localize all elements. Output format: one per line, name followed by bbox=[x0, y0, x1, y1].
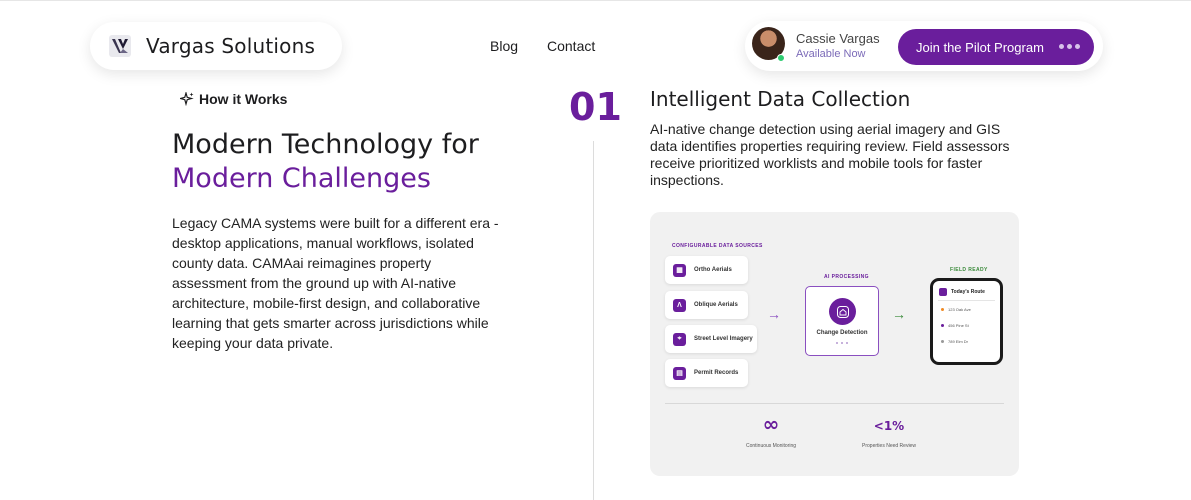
document-icon: ▤ bbox=[673, 366, 686, 380]
nav-link-blog[interactable]: Blog bbox=[490, 38, 518, 54]
source-item-street: ⌖ Street Level Imagery bbox=[665, 325, 757, 353]
page: Vargas Solutions Blog Contact Cassie Var… bbox=[0, 0, 1191, 500]
stat-value-monitoring: ∞ bbox=[762, 412, 780, 436]
hero-title-line1: Modern Technology for bbox=[172, 129, 479, 160]
source-label: Permit Records bbox=[694, 370, 739, 376]
section-tag-label: How it Works bbox=[199, 91, 288, 107]
diagram-card: CONFIGURABLE DATA SOURCES ▦ Ortho Aerial… bbox=[650, 212, 1019, 476]
hero-body: Legacy CAMA systems were built for a dif… bbox=[172, 215, 499, 351]
location-pin-icon: ⌖ bbox=[673, 332, 686, 346]
brand-pill[interactable]: Vargas Solutions bbox=[90, 22, 342, 70]
source-item-permit: ▤ Permit Records bbox=[665, 359, 748, 387]
user-pill: Cassie Vargas Available Now Join the Pil… bbox=[745, 21, 1103, 71]
step-title: Intelligent Data Collection bbox=[650, 87, 911, 111]
hero-title-line2: Modern Challenges bbox=[172, 163, 431, 194]
route-item-label: 789 Elm Dr bbox=[948, 339, 969, 344]
home-icon bbox=[829, 298, 856, 325]
phone-divider bbox=[938, 300, 995, 301]
stat-value-review: <1% bbox=[873, 419, 905, 433]
triangle-icon: Λ bbox=[673, 298, 686, 312]
join-pilot-label: Join the Pilot Program bbox=[916, 39, 1044, 55]
grid-icon: ▦ bbox=[673, 263, 686, 277]
route-title: Today's Route bbox=[951, 289, 985, 295]
step-body: AI-native change detection using aerial … bbox=[650, 121, 1010, 188]
sources-label: CONFIGURABLE DATA SOURCES bbox=[672, 243, 763, 249]
route-icon bbox=[939, 288, 947, 296]
sparkle-icon bbox=[180, 92, 194, 106]
step-timeline-line bbox=[593, 141, 594, 500]
arrow-right-icon: → bbox=[767, 306, 781, 322]
hero-title: Modern Technology for Modern Challenges bbox=[172, 128, 479, 196]
processing-item: Change Detection bbox=[816, 330, 868, 336]
source-label: Ortho Aerials bbox=[694, 267, 732, 273]
processing-label: AI PROCESSING bbox=[824, 274, 869, 280]
phone-mockup: Today's Route 123 Oak Ave 456 Pine St 78… bbox=[930, 278, 1003, 365]
user-name: Cassie Vargas bbox=[796, 31, 880, 46]
brand-logo-icon bbox=[109, 35, 131, 57]
source-item-oblique: Λ Oblique Aerials bbox=[665, 291, 748, 319]
source-label: Oblique Aerials bbox=[694, 302, 738, 308]
brand-name: Vargas Solutions bbox=[146, 34, 316, 58]
section-tag: How it Works bbox=[180, 91, 287, 107]
join-pilot-button[interactable]: Join the Pilot Program bbox=[898, 29, 1094, 65]
route-item: 789 Elm Dr bbox=[941, 339, 968, 344]
field-ready-label: FIELD READY bbox=[950, 267, 988, 273]
route-item: 456 Pine St bbox=[941, 323, 969, 328]
more-dots-icon bbox=[1059, 44, 1080, 49]
step-number: 01 bbox=[569, 85, 622, 129]
stat-label-review: Properties Need Review bbox=[862, 443, 916, 449]
route-header: Today's Route bbox=[939, 288, 985, 296]
route-item: 123 Oak Ave bbox=[941, 307, 971, 312]
processing-box: Change Detection bbox=[805, 286, 879, 356]
user-status: Available Now bbox=[796, 48, 866, 60]
nav-link-contact[interactable]: Contact bbox=[547, 38, 595, 54]
route-item-label: 456 Pine St bbox=[948, 323, 969, 328]
source-label: Street Level Imagery bbox=[694, 336, 753, 342]
online-status-dot bbox=[777, 54, 785, 62]
card-divider bbox=[665, 403, 1004, 404]
route-item-label: 123 Oak Ave bbox=[948, 307, 971, 312]
arrow-right-icon: → bbox=[892, 306, 906, 322]
progress-dots bbox=[836, 342, 848, 344]
stat-label-monitoring: Continuous Monitoring bbox=[745, 443, 797, 449]
source-item-ortho: ▦ Ortho Aerials bbox=[665, 256, 748, 284]
